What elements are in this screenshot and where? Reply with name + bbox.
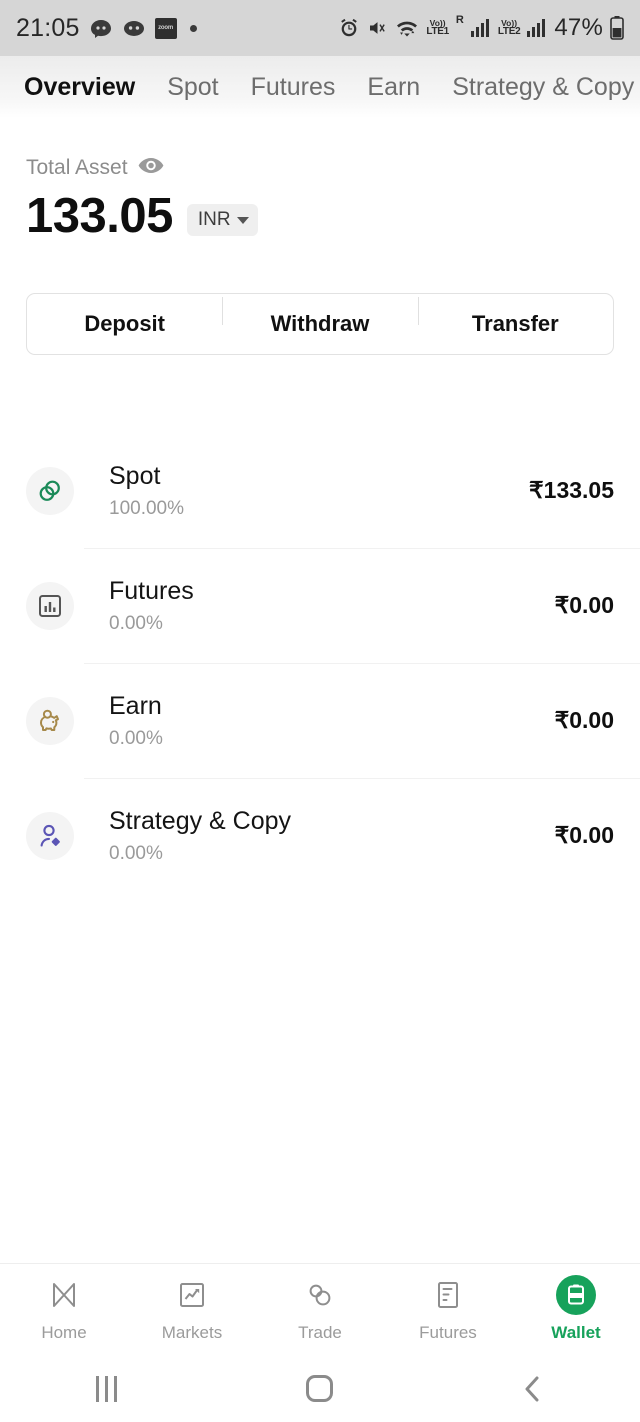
- total-asset-amount: 133.05: [26, 189, 173, 243]
- status-time: 21:05: [16, 13, 80, 42]
- account-text-futures: Futures 0.00%: [109, 577, 194, 635]
- account-percent: 0.00%: [109, 727, 163, 749]
- nav-item-trade[interactable]: Trade: [256, 1276, 384, 1343]
- account-text-spot: Spot 100.00%: [109, 462, 184, 520]
- nav-item-home[interactable]: Home: [0, 1276, 128, 1343]
- futures-doc-icon: [434, 1276, 462, 1314]
- tab-strategy-copy[interactable]: Strategy & Copy: [452, 73, 634, 102]
- dot-icon: [189, 24, 197, 32]
- account-row-futures[interactable]: Futures 0.00% ₹0.00: [0, 548, 640, 663]
- status-bar-right: Vo)) LTE1 R Vo)) LTE2 47%: [338, 14, 624, 42]
- account-name: Earn: [109, 691, 162, 720]
- nav-item-futures[interactable]: Futures: [384, 1276, 512, 1343]
- nav-label: Markets: [161, 1323, 223, 1342]
- deposit-button[interactable]: Deposit: [27, 311, 222, 337]
- chevron-down-icon: [236, 216, 249, 224]
- battery-icon: [610, 16, 624, 40]
- signal-icon: [527, 19, 547, 37]
- nav-label: Wallet: [551, 1323, 601, 1342]
- account-text-earn: Earn 0.00%: [109, 692, 163, 750]
- back-chevron-icon[interactable]: [427, 1374, 640, 1404]
- account-percent: 0.00%: [109, 842, 163, 864]
- currency-label: INR: [197, 209, 231, 230]
- battery-percent: 47%: [554, 14, 603, 41]
- trade-circles-icon: [304, 1276, 336, 1314]
- wifi-icon: [395, 18, 419, 38]
- bar-chart-icon: [26, 581, 74, 630]
- nav-item-wallet[interactable]: Wallet: [512, 1275, 640, 1343]
- tab-overview[interactable]: Overview: [24, 73, 135, 102]
- account-name: Strategy & Copy: [109, 806, 292, 835]
- sim2-volte-icon: Vo)) LTE2: [497, 17, 521, 38]
- coins-icon: [26, 466, 74, 515]
- account-name: Futures: [109, 576, 194, 605]
- recents-icon[interactable]: [0, 1375, 213, 1402]
- wallet-icon: [556, 1275, 596, 1315]
- nav-label: Trade: [298, 1323, 342, 1342]
- signal-icon: [470, 19, 491, 37]
- sim1-volte-icon: Vo)) LTE1: [426, 17, 449, 38]
- discord-icon: [89, 19, 113, 38]
- nav-label: Futures: [419, 1323, 477, 1342]
- person-diamond-icon: [26, 811, 74, 860]
- total-asset-amount-row: 133.05 INR: [26, 192, 614, 241]
- app-badge-icon: zoom: [154, 17, 177, 39]
- tab-futures[interactable]: Futures: [251, 73, 336, 102]
- home-square-icon[interactable]: [213, 1375, 426, 1402]
- transfer-button[interactable]: Transfer: [417, 297, 613, 337]
- total-asset-label-row: Total Asset: [26, 156, 614, 180]
- status-bar-left: 21:05 zoom: [16, 14, 197, 43]
- piggy-bank-icon: [26, 696, 74, 745]
- alarm-icon: [338, 17, 360, 39]
- account-text-strategy-copy: Strategy & Copy 0.00%: [109, 807, 291, 865]
- roaming-indicator: R: [455, 14, 464, 26]
- discord-icon: [122, 19, 146, 38]
- nav-item-markets[interactable]: Markets: [128, 1276, 256, 1343]
- account-row-earn[interactable]: Earn 0.00% ₹0.00: [0, 663, 640, 778]
- phone-screen: 21:05 zoom Vo)) LTE1 R Vo)) LTE2 47% Ove…: [0, 0, 640, 1422]
- wallet-tabs[interactable]: Overview Spot Futures Earn Strategy & Co…: [0, 56, 640, 118]
- account-list: Spot 100.00% ₹133.05 Futures 0.00% ₹0.00: [0, 433, 640, 893]
- status-bar: 21:05 zoom Vo)) LTE1 R Vo)) LTE2 47%: [0, 0, 640, 56]
- markets-chart-icon: [177, 1276, 207, 1314]
- currency-selector[interactable]: INR: [186, 204, 258, 236]
- eye-icon[interactable]: [138, 157, 164, 179]
- account-percent: 100.00%: [109, 497, 185, 519]
- account-value: ₹133.05: [529, 477, 614, 503]
- home-icon: [48, 1276, 80, 1314]
- account-percent: 0.00%: [109, 612, 163, 634]
- bottom-navigation: Home Markets Trade Futures Wallet: [0, 1263, 640, 1355]
- account-row-spot[interactable]: Spot 100.00% ₹133.05: [0, 433, 640, 548]
- tab-earn[interactable]: Earn: [367, 73, 420, 102]
- mute-icon: [367, 18, 388, 38]
- total-asset-label: Total Asset: [26, 156, 128, 179]
- android-navigation-bar: [0, 1355, 640, 1422]
- account-value: ₹0.00: [554, 822, 614, 848]
- account-row-strategy-copy[interactable]: Strategy & Copy 0.00% ₹0.00: [0, 778, 640, 893]
- tab-spot[interactable]: Spot: [167, 73, 218, 102]
- account-value: ₹0.00: [554, 707, 614, 733]
- nav-label: Home: [41, 1323, 87, 1342]
- account-name: Spot: [109, 461, 161, 490]
- account-value: ₹0.00: [554, 592, 614, 618]
- action-buttons: Deposit Withdraw Transfer: [26, 293, 614, 355]
- withdraw-button[interactable]: Withdraw: [222, 297, 417, 337]
- total-asset-section: Total Asset 133.05 INR: [0, 118, 640, 241]
